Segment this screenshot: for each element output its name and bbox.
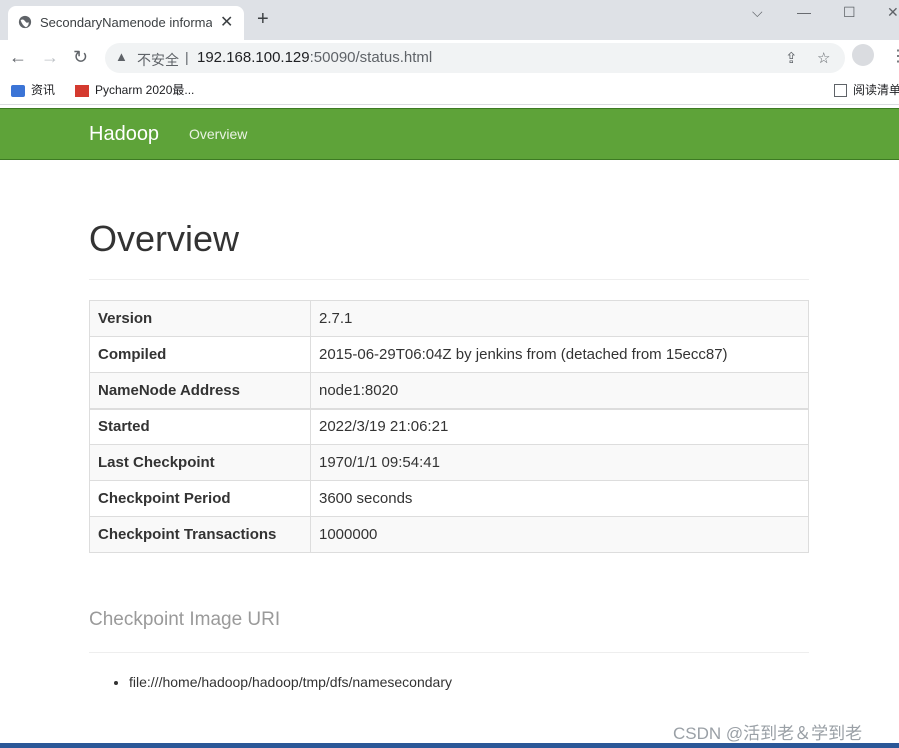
- row-value: 3600 seconds: [310, 480, 809, 517]
- url-text[interactable]: 192.168.100.129:50090/status.html: [197, 49, 432, 66]
- row-key: Checkpoint Transactions: [89, 516, 311, 553]
- bookmark-label: Pycharm 2020最...: [95, 83, 195, 97]
- maximize-button[interactable]: ☐: [843, 4, 856, 21]
- pycharm-icon: [75, 84, 89, 97]
- table-row: NameNode Address node1:8020: [89, 372, 809, 409]
- browser-tab[interactable]: SecondaryNamenode informa ✕: [8, 6, 244, 40]
- minimize-button[interactable]: —: [797, 4, 811, 20]
- forward-arrow-icon[interactable]: →: [41, 47, 59, 67]
- insecure-label: 不安全: [137, 52, 179, 68]
- close-window-button[interactable]: ✕: [887, 4, 899, 21]
- taskbar-edge: [0, 743, 899, 748]
- row-value: 2.7.1: [310, 300, 809, 337]
- brand-logo[interactable]: Hadoop: [89, 123, 159, 146]
- hadoop-navbar: Hadoop Overview: [0, 108, 899, 160]
- address-bar[interactable]: ▲ 不安全 | 192.168.100.129:50090/status.htm…: [105, 43, 845, 73]
- watermark: CSDN @活到老＆学到老: [673, 724, 863, 743]
- row-key: Last Checkpoint: [89, 444, 311, 481]
- reading-list[interactable]: 阅读清单: [834, 81, 899, 98]
- row-key: NameNode Address: [89, 372, 311, 409]
- bookmark-pycharm[interactable]: Pycharm 2020最...: [75, 81, 194, 98]
- row-key: Compiled: [89, 336, 311, 373]
- row-key: Version: [89, 300, 311, 337]
- table-row: Started 2022/3/19 21:06:21: [89, 407, 809, 445]
- tab-title: SecondaryNamenode informa: [40, 15, 212, 30]
- overview-table: Version 2.7.1 Compiled 2015-06-29T06:04Z b…: [89, 300, 809, 553]
- warning-icon[interactable]: ▲: [115, 49, 128, 64]
- browser-toolbar: ← → ↻ ▲ 不安全 | 192.168.100.129:50090/stat…: [0, 40, 899, 76]
- row-key: Checkpoint Period: [89, 480, 311, 517]
- row-value: node1:8020: [310, 372, 809, 409]
- news-icon: [11, 84, 25, 97]
- row-value: 1000000: [310, 516, 809, 553]
- table-row: Checkpoint Period 3600 seconds: [89, 480, 809, 517]
- back-arrow-icon[interactable]: ←: [9, 47, 27, 67]
- tab-search-icon[interactable]: ⌵: [752, 4, 763, 21]
- tab-close-icon[interactable]: ✕: [220, 12, 233, 32]
- list-item: file:///home/hadoop/hadoop/tmp/dfs/names…: [129, 674, 452, 690]
- reload-icon[interactable]: ↻: [73, 47, 88, 67]
- bookmark-label: 资讯: [31, 83, 56, 97]
- table-row: Version 2.7.1: [89, 300, 809, 337]
- row-value: 2022/3/19 21:06:21: [310, 407, 809, 445]
- bookmark-news[interactable]: 资讯: [11, 81, 55, 98]
- row-key: Started: [89, 407, 311, 445]
- url-path: :50090/status.html: [309, 49, 433, 66]
- uri-list: file:///home/hadoop/hadoop/tmp/dfs/names…: [89, 674, 452, 690]
- reading-list-icon: [834, 84, 847, 98]
- tab-strip: SecondaryNamenode informa ✕ + ⌵ — ☐ ✕: [0, 0, 899, 40]
- table-row: Checkpoint Transactions 1000000: [89, 516, 809, 553]
- divider: [89, 652, 809, 653]
- profile-avatar[interactable]: [852, 44, 874, 66]
- new-tab-button[interactable]: +: [257, 9, 269, 29]
- table-row: Compiled 2015-06-29T06:04Z by jenkins fro…: [89, 336, 809, 373]
- divider: [89, 279, 809, 280]
- url-host: 192.168.100.129: [197, 49, 310, 66]
- page-title: Overview: [89, 218, 240, 259]
- row-value: 1970/1/1 09:54:41: [310, 444, 809, 481]
- checkpoint-title: Checkpoint Image URI: [89, 609, 281, 630]
- bookmarks-bar: 资讯 Pycharm 2020最... 阅读清单: [0, 76, 899, 105]
- share-icon[interactable]: ⇪: [785, 49, 798, 67]
- table-row: Last Checkpoint 1970/1/1 09:54:41: [89, 444, 809, 481]
- nav-link-overview[interactable]: Overview: [189, 126, 247, 142]
- globe-icon: [18, 15, 32, 29]
- menu-icon[interactable]: ⋮: [890, 46, 899, 66]
- row-value: 2015-06-29T06:04Z by jenkins from (detac…: [310, 336, 809, 373]
- url-separator: |: [185, 49, 189, 65]
- bookmark-label: 阅读清单: [853, 83, 899, 97]
- star-icon[interactable]: ☆: [817, 49, 830, 67]
